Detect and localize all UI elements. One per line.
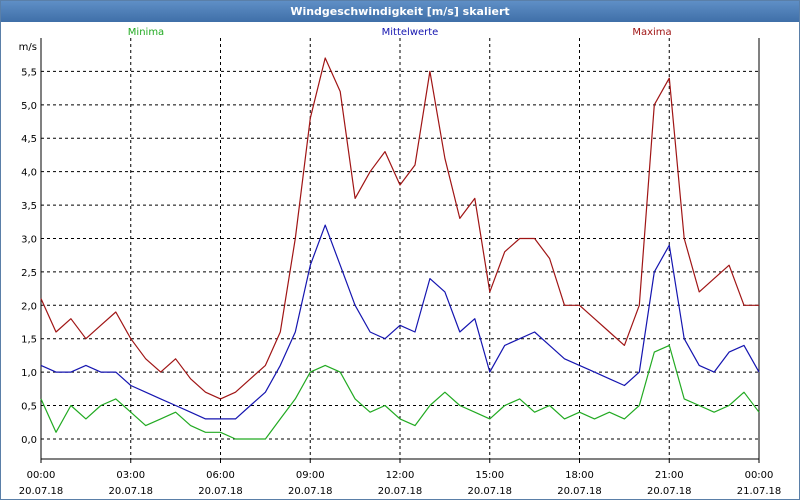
x-tick-date: 20.07.18 — [557, 486, 602, 497]
x-tick-time: 00:00 — [27, 470, 56, 481]
x-tick-time: 21:00 — [655, 470, 684, 481]
y-tick-label: 3,5 — [21, 201, 37, 212]
x-tick-time: 03:00 — [116, 470, 145, 481]
x-tick-date: 20.07.18 — [108, 486, 153, 497]
legend-item: Mittelwerte — [382, 27, 439, 38]
y-tick-label: 4,0 — [21, 168, 37, 179]
x-tick-date: 20.07.18 — [647, 486, 692, 497]
y-tick-label: 1,5 — [21, 335, 37, 346]
x-tick-time: 09:00 — [296, 470, 325, 481]
series-line-maxima — [40, 57, 759, 400]
y-tick-label: 5,0 — [21, 101, 37, 112]
y-tick-label: 3,0 — [21, 234, 37, 245]
y-tick-label: 2,5 — [21, 268, 37, 279]
x-tick-time: 18:00 — [565, 470, 594, 481]
x-tick-date: 21.07.18 — [737, 486, 782, 497]
legend-item: Minima — [128, 27, 164, 38]
x-tick-time: 12:00 — [386, 470, 415, 481]
x-tick-date: 20.07.18 — [467, 486, 512, 497]
x-tick-date: 20.07.18 — [378, 486, 423, 497]
x-tick-time: 06:00 — [206, 470, 235, 481]
x-tick-date: 20.07.18 — [198, 486, 243, 497]
y-tick-label: 0,5 — [21, 402, 37, 413]
legend-item: Maxima — [632, 27, 671, 38]
chart-canvas: 0,0 0,5 1,0 1,5 2,0 2,5 3,0 3,5 4,0 4,5 5,0 5,5 m/s 0… — [19, 27, 782, 497]
x-tick-time: 00:00 — [745, 470, 774, 481]
x-tick-date: 20.07.18 — [19, 486, 64, 497]
chart-window: Windgeschwindigkeit [m/s] skaliert 0,0 0,… — [0, 0, 800, 500]
y-tick-label: 2,0 — [21, 301, 37, 312]
y-tick-label: 4,5 — [21, 134, 37, 145]
chart-legend: Minima Mittelwerte Maxima — [128, 27, 672, 38]
y-axis-label: m/s — [19, 42, 37, 53]
chart-grid — [41, 38, 759, 459]
y-tick-label: 1,0 — [21, 368, 37, 379]
y-tick-label: 5,5 — [21, 67, 37, 78]
y-tick-label: 0,0 — [21, 435, 37, 446]
x-tick-date: 20.07.18 — [288, 486, 333, 497]
x-tick-time: 15:00 — [475, 470, 504, 481]
